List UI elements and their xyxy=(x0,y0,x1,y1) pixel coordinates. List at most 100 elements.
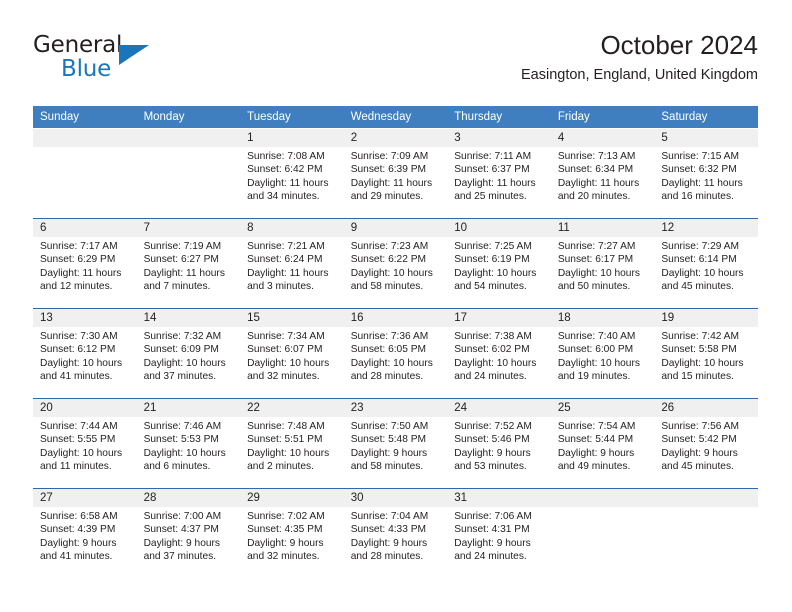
day-cell[interactable]: 27 Sunrise: 6:58 AM Sunset: 4:39 PM Dayligh… xyxy=(33,488,137,578)
calendar-cell: 15 Sunrise: 7:34 AM Sunset: 6:07 PM Dayligh… xyxy=(240,308,344,398)
sunset-text: Sunset: 5:51 PM xyxy=(247,434,323,446)
day-cell[interactable]: 18 Sunrise: 7:40 AM Sunset: 6:00 PM Dayligh… xyxy=(550,308,655,398)
day-details: Sunrise: 7:11 AM Sunset: 6:37 PM Daylight:… xyxy=(447,147,551,204)
day-cell[interactable]: 4 Sunrise: 7:13 AM Sunset: 6:34 PM Daylight… xyxy=(550,128,655,218)
day-details: Sunrise: 7:13 AM Sunset: 6:34 PM Daylight:… xyxy=(551,147,655,204)
daylight-text-line2: and 41 minutes. xyxy=(40,371,113,383)
calendar-week-row: 1 Sunrise: 7:08 AM Sunset: 6:42 PM Daylight… xyxy=(33,128,758,218)
date-number xyxy=(33,129,137,147)
daylight-text-line1: Daylight: 9 hours xyxy=(454,447,531,459)
day-cell[interactable]: 21 Sunrise: 7:46 AM Sunset: 5:53 PM Dayligh… xyxy=(136,398,241,488)
calendar-cell: 8 Sunrise: 7:21 AM Sunset: 6:24 PM Daylight… xyxy=(240,218,344,308)
day-cell[interactable]: 20 Sunrise: 7:44 AM Sunset: 5:55 PM Dayligh… xyxy=(33,398,137,488)
day-cell[interactable]: 31 Sunrise: 7:06 AM Sunset: 4:31 PM Dayligh… xyxy=(447,488,551,578)
daylight-text-line2: and 58 minutes. xyxy=(350,461,424,473)
sunrise-text: Sunrise: 7:23 AM xyxy=(350,241,429,252)
day-cell[interactable]: 24 Sunrise: 7:52 AM Sunset: 5:46 PM Dayligh… xyxy=(447,398,551,488)
day-details: Sunrise: 7:21 AM Sunset: 6:24 PM Daylight:… xyxy=(240,237,344,294)
sunrise-text: Sunrise: 7:34 AM xyxy=(247,331,325,342)
sunset-text: Sunset: 6:19 PM xyxy=(454,254,530,266)
date-number: 16 xyxy=(343,309,448,327)
sunset-text: Sunset: 4:39 PM xyxy=(40,524,116,536)
daylight-text-line1: Daylight: 11 hours xyxy=(661,177,743,189)
date-number xyxy=(550,489,655,507)
day-cell[interactable]: 11 Sunrise: 7:27 AM Sunset: 6:17 PM Dayligh… xyxy=(550,218,655,308)
daylight-text-line1: Daylight: 9 hours xyxy=(454,537,531,549)
calendar-cell: 18 Sunrise: 7:40 AM Sunset: 6:00 PM Dayligh… xyxy=(550,308,655,398)
daylight-text-line1: Daylight: 11 hours xyxy=(247,177,329,189)
calendar-cell: 10 Sunrise: 7:25 AM Sunset: 6:19 PM Dayligh… xyxy=(447,218,551,308)
day-cell[interactable]: 8 Sunrise: 7:21 AM Sunset: 6:24 PM Daylight… xyxy=(240,218,344,308)
day-details: Sunrise: 7:52 AM Sunset: 5:46 PM Daylight:… xyxy=(447,417,551,474)
calendar-cell: 7 Sunrise: 7:19 AM Sunset: 6:27 PM Daylight… xyxy=(136,218,241,308)
daylight-text-line1: Daylight: 9 hours xyxy=(40,537,117,549)
daylight-text-line1: Daylight: 11 hours xyxy=(40,267,122,279)
day-cell[interactable]: 22 Sunrise: 7:48 AM Sunset: 5:51 PM Dayligh… xyxy=(240,398,344,488)
sunset-text: Sunset: 5:46 PM xyxy=(454,434,530,446)
day-cell[interactable]: 15 Sunrise: 7:34 AM Sunset: 6:07 PM Dayligh… xyxy=(240,308,344,398)
day-cell[interactable]: 7 Sunrise: 7:19 AM Sunset: 6:27 PM Daylight… xyxy=(136,218,241,308)
day-details: Sunrise: 7:17 AM Sunset: 6:29 PM Daylight:… xyxy=(33,237,137,294)
sunrise-text: Sunrise: 7:02 AM xyxy=(247,511,325,522)
day-cell[interactable]: 26 Sunrise: 7:56 AM Sunset: 5:42 PM Dayligh… xyxy=(654,398,758,488)
day-cell[interactable]: 30 Sunrise: 7:04 AM Sunset: 4:33 PM Dayligh… xyxy=(343,488,448,578)
daylight-text-line2: and 2 minutes. xyxy=(247,461,314,473)
day-cell[interactable]: 16 Sunrise: 7:36 AM Sunset: 6:05 PM Dayligh… xyxy=(343,308,448,398)
calendar-week-row: 6 Sunrise: 7:17 AM Sunset: 6:29 PM Daylight… xyxy=(33,218,758,308)
day-cell[interactable]: 9 Sunrise: 7:23 AM Sunset: 6:22 PM Daylight… xyxy=(343,218,448,308)
sunset-text: Sunset: 5:53 PM xyxy=(143,434,219,446)
day-cell[interactable]: 12 Sunrise: 7:29 AM Sunset: 6:14 PM Dayligh… xyxy=(654,218,758,308)
sunrise-text: Sunrise: 7:30 AM xyxy=(40,331,118,342)
daylight-text-line2: and 24 minutes. xyxy=(454,371,527,383)
day-cell[interactable]: 17 Sunrise: 7:38 AM Sunset: 6:02 PM Dayligh… xyxy=(447,308,551,398)
day-details: Sunrise: 7:36 AM Sunset: 6:05 PM Daylight:… xyxy=(344,327,448,384)
day-cell[interactable]: 29 Sunrise: 7:02 AM Sunset: 4:35 PM Dayligh… xyxy=(240,488,344,578)
daylight-text-line1: Daylight: 11 hours xyxy=(557,177,640,189)
date-number: 18 xyxy=(550,309,655,327)
calendar-cell: 2 Sunrise: 7:09 AM Sunset: 6:39 PM Daylight… xyxy=(343,128,448,218)
sunrise-text: Sunrise: 7:04 AM xyxy=(350,511,429,522)
date-number: 23 xyxy=(343,399,448,417)
day-details: Sunrise: 7:15 AM Sunset: 6:32 PM Daylight:… xyxy=(654,147,758,204)
sunset-text: Sunset: 5:42 PM xyxy=(661,434,737,446)
calendar-cell: 27 Sunrise: 6:58 AM Sunset: 4:39 PM Dayligh… xyxy=(33,488,137,578)
day-cell[interactable]: 14 Sunrise: 7:32 AM Sunset: 6:09 PM Dayligh… xyxy=(136,308,241,398)
day-details: Sunrise: 7:54 AM Sunset: 5:44 PM Daylight:… xyxy=(551,417,655,474)
day-cell[interactable]: 28 Sunrise: 7:00 AM Sunset: 4:37 PM Dayligh… xyxy=(136,488,241,578)
day-cell[interactable]: 3 Sunrise: 7:11 AM Sunset: 6:37 PM Daylight… xyxy=(447,128,551,218)
calendar-cell: 31 Sunrise: 7:06 AM Sunset: 4:31 PM Dayligh… xyxy=(447,488,551,578)
day-cell[interactable]: 6 Sunrise: 7:17 AM Sunset: 6:29 PM Daylight… xyxy=(33,218,137,308)
day-cell[interactable]: 23 Sunrise: 7:50 AM Sunset: 5:48 PM Dayligh… xyxy=(343,398,448,488)
general-blue-logo[interactable]: General Blue xyxy=(33,32,163,86)
day-cell[interactable]: 1 Sunrise: 7:08 AM Sunset: 6:42 PM Daylight… xyxy=(240,128,344,218)
day-details: Sunrise: 7:30 AM Sunset: 6:12 PM Daylight:… xyxy=(33,327,137,384)
calendar-cell: 29 Sunrise: 7:02 AM Sunset: 4:35 PM Dayligh… xyxy=(240,488,344,578)
calendar-cell: 17 Sunrise: 7:38 AM Sunset: 6:02 PM Dayligh… xyxy=(447,308,551,398)
daylight-text-line1: Daylight: 11 hours xyxy=(350,177,433,189)
day-cell[interactable]: 5 Sunrise: 7:15 AM Sunset: 6:32 PM Daylight… xyxy=(654,128,758,218)
day-cell[interactable]: 2 Sunrise: 7:09 AM Sunset: 6:39 PM Daylight… xyxy=(343,128,448,218)
calendar-week-row: 20 Sunrise: 7:44 AM Sunset: 5:55 PM Dayligh… xyxy=(33,398,758,488)
calendar-cell: 4 Sunrise: 7:13 AM Sunset: 6:34 PM Daylight… xyxy=(550,128,655,218)
day-details: Sunrise: 7:42 AM Sunset: 5:58 PM Daylight:… xyxy=(654,327,758,384)
weekday-header-tuesday: Tuesday xyxy=(240,106,344,128)
day-cell[interactable]: 25 Sunrise: 7:54 AM Sunset: 5:44 PM Dayligh… xyxy=(550,398,655,488)
calendar-cell: 14 Sunrise: 7:32 AM Sunset: 6:09 PM Dayligh… xyxy=(136,308,241,398)
day-cell[interactable]: 10 Sunrise: 7:25 AM Sunset: 6:19 PM Dayligh… xyxy=(447,218,551,308)
daylight-text-line1: Daylight: 10 hours xyxy=(557,267,640,279)
sunset-text: Sunset: 6:05 PM xyxy=(350,344,427,356)
day-cell[interactable]: 19 Sunrise: 7:42 AM Sunset: 5:58 PM Dayligh… xyxy=(654,308,758,398)
daylight-text-line1: Daylight: 9 hours xyxy=(350,537,428,549)
date-number: 5 xyxy=(654,129,758,147)
sunrise-text: Sunrise: 7:40 AM xyxy=(557,331,636,342)
calendar-cell: 6 Sunrise: 7:17 AM Sunset: 6:29 PM Daylight… xyxy=(33,218,137,308)
calendar-cell xyxy=(136,128,241,218)
daylight-text-line1: Daylight: 10 hours xyxy=(247,447,330,459)
date-number: 4 xyxy=(550,129,655,147)
sunset-text: Sunset: 6:39 PM xyxy=(350,164,427,176)
sunrise-text: Sunrise: 7:48 AM xyxy=(247,421,325,432)
day-cell[interactable]: 13 Sunrise: 7:30 AM Sunset: 6:12 PM Dayligh… xyxy=(33,308,137,398)
day-details: Sunrise: 7:09 AM Sunset: 6:39 PM Daylight:… xyxy=(344,147,448,204)
date-number: 15 xyxy=(240,309,344,327)
sunset-text: Sunset: 6:12 PM xyxy=(40,344,116,356)
